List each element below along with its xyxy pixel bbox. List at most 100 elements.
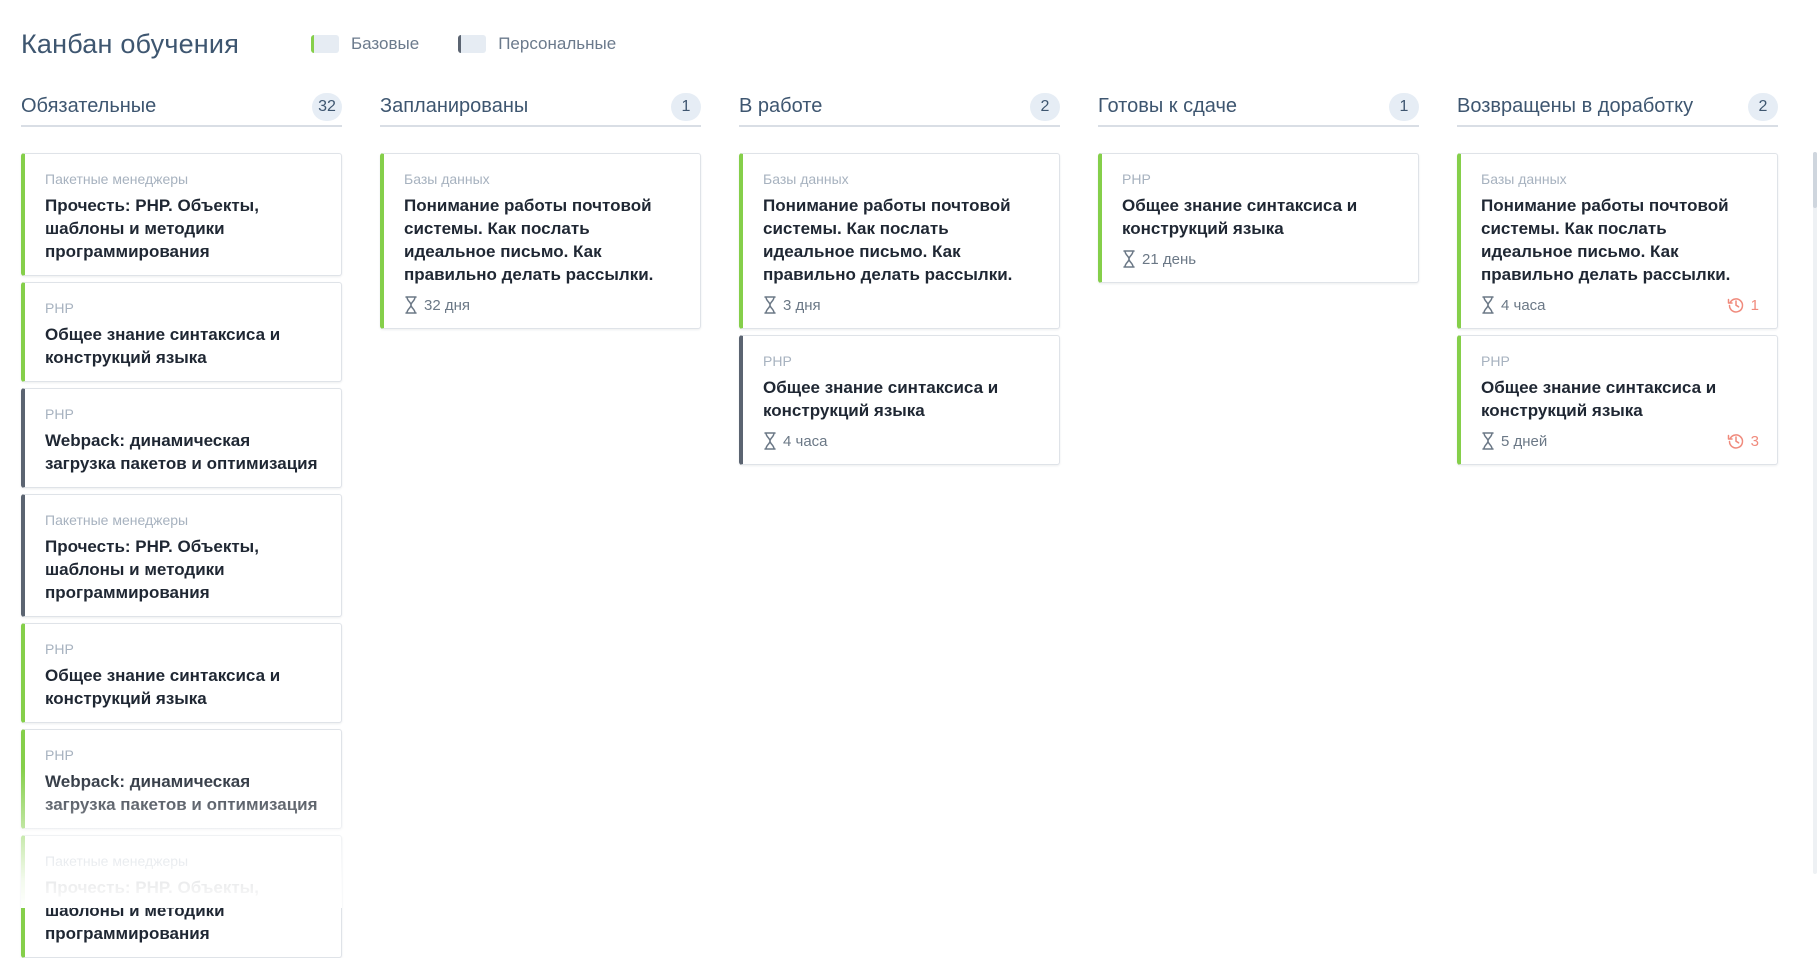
task-card[interactable]: Базы данных Понимание работы почтовой сис…: [1457, 153, 1778, 329]
column-title: В работе: [739, 95, 823, 117]
hourglass-icon: [1122, 250, 1136, 268]
kanban-column: В работе 2 Базы данных Понимание работы поч…: [739, 88, 1060, 908]
legend-item-basic: Базовые: [311, 34, 419, 54]
page-title: Канбан обучения: [21, 28, 240, 59]
card-title: Понимание работы почтовой системы. Как п…: [1481, 196, 1731, 284]
card-time-label: 5 дней: [1501, 432, 1548, 450]
task-card[interactable]: PHP Общее знание синтаксиса и конструкций…: [21, 623, 342, 723]
card-category: Пакетные менеджеры: [45, 512, 189, 528]
column-header: Обязательные 32: [21, 88, 342, 127]
column-cards: Базы данных Понимание работы почтовой сис…: [1457, 153, 1778, 465]
card-time: 4 часа: [763, 432, 828, 450]
kanban-board: Обязательные 32 Пакетные менеджеры Прочесть…: [21, 88, 1778, 958]
column-title: Возвращены в доработку: [1457, 95, 1694, 117]
legend-label-personal: Персональные: [498, 34, 617, 53]
hourglass-icon: [404, 296, 418, 314]
column-cards: Базы данных Понимание работы почтовой сис…: [380, 153, 701, 329]
card-title: Общее знание синтаксиса и конструкций яз…: [763, 378, 999, 420]
history-icon: [1727, 432, 1745, 450]
task-card[interactable]: Базы данных Понимание работы почтовой сис…: [380, 153, 701, 329]
hourglass-icon: [1481, 432, 1495, 450]
card-time-label: 4 часа: [1501, 296, 1546, 314]
card-time-label: 32 дня: [424, 296, 471, 314]
card-category: PHP: [45, 300, 74, 316]
page-header: Канбан обучения Базовые Персональные: [21, 24, 616, 64]
card-title: Webpack: динамическая загрузка пакетов и…: [45, 431, 318, 473]
card-category: Базы данных: [763, 171, 849, 187]
kanban-column: Запланированы 1 Базы данных Понимание работ…: [380, 88, 701, 908]
card-footer: 4 часа: [763, 430, 1041, 452]
card-time: 5 дней: [1481, 432, 1547, 450]
card-category: PHP: [45, 747, 74, 763]
column-cards: PHP Общее знание синтаксиса и конструкций…: [1098, 153, 1419, 283]
card-title: Общее знание синтаксиса и конструкций яз…: [1481, 378, 1717, 420]
card-footer: 5 дней 3: [1481, 430, 1759, 452]
card-time-label: 3 дня: [783, 296, 821, 314]
kanban-column: Готовы к сдаче 1 PHP Общее знание синтаксис…: [1098, 88, 1419, 908]
legend-swatch-basic: [311, 35, 340, 53]
card-returns: 3: [1727, 432, 1759, 450]
task-card[interactable]: PHP Webpack: динамическая загрузка пакето…: [21, 388, 342, 488]
card-title: Общее знание синтаксиса и конструкций яз…: [45, 325, 281, 367]
scrollbar-thumb[interactable]: [1813, 152, 1817, 208]
card-returns-count: 1: [1750, 296, 1759, 314]
task-card[interactable]: PHP Общее знание синтаксиса и конструкций…: [1098, 153, 1419, 283]
card-footer: 4 часа 1: [1481, 294, 1759, 316]
card-title: Общее знание синтаксиса и конструкций яз…: [1122, 196, 1358, 238]
card-footer: 21 день: [1122, 248, 1400, 270]
task-card[interactable]: Пакетные менеджеры Прочесть: PHP. Объекты…: [21, 835, 342, 958]
legend-label-basic: Базовые: [351, 34, 420, 53]
card-time: 4 часа: [1481, 296, 1546, 314]
column-count-badge: 2: [1748, 92, 1778, 121]
column-header: В работе 2: [739, 88, 1060, 127]
card-time-label: 4 часа: [783, 432, 828, 450]
card-category: PHP: [45, 641, 74, 657]
hourglass-icon: [1481, 296, 1495, 314]
card-category: Базы данных: [1481, 171, 1567, 187]
task-card[interactable]: PHP Общее знание синтаксиса и конструкций…: [739, 335, 1060, 465]
card-title: Прочесть: PHP. Объекты, шаблоны и методи…: [45, 878, 259, 943]
task-card[interactable]: Пакетные менеджеры Прочесть: PHP. Объекты…: [21, 494, 342, 617]
column-count-badge: 32: [312, 92, 342, 121]
card-category: Пакетные менеджеры: [45, 171, 189, 187]
column-count-badge: 2: [1030, 92, 1060, 121]
legend-item-personal: Персональные: [458, 34, 616, 54]
hourglass-icon: [763, 296, 777, 314]
card-title: Общее знание синтаксиса и конструкций яз…: [45, 666, 281, 708]
task-card[interactable]: PHP Webpack: динамическая загрузка пакето…: [21, 729, 342, 829]
column-title: Обязательные: [21, 95, 157, 117]
legend: Базовые Персональные: [311, 34, 616, 54]
card-category: Пакетные менеджеры: [45, 853, 189, 869]
hourglass-icon: [763, 432, 777, 450]
column-header: Готовы к сдаче 1: [1098, 88, 1419, 127]
card-title: Прочесть: PHP. Объекты, шаблоны и методи…: [45, 196, 259, 261]
card-category: Базы данных: [404, 171, 490, 187]
card-title: Понимание работы почтовой системы. Как п…: [763, 196, 1013, 284]
column-cards: Пакетные менеджеры Прочесть: PHP. Объекты…: [21, 153, 342, 958]
vertical-scrollbar[interactable]: [1813, 152, 1817, 874]
task-card[interactable]: PHP Общее знание синтаксиса и конструкций…: [1457, 335, 1778, 465]
history-icon: [1727, 296, 1745, 314]
card-footer: 3 дня: [763, 294, 1041, 316]
card-category: PHP: [45, 406, 74, 422]
task-card[interactable]: Базы данных Понимание работы почтовой сис…: [739, 153, 1060, 329]
column-header: Запланированы 1: [380, 88, 701, 127]
column-count-badge: 1: [1389, 92, 1419, 121]
card-title: Понимание работы почтовой системы. Как п…: [404, 196, 654, 284]
task-card[interactable]: PHP Общее знание синтаксиса и конструкций…: [21, 282, 342, 382]
card-footer: 32 дня: [404, 294, 682, 316]
column-cards: Базы данных Понимание работы почтовой сис…: [739, 153, 1060, 465]
card-title: Прочесть: PHP. Объекты, шаблоны и методи…: [45, 537, 259, 602]
column-count-badge: 1: [671, 92, 701, 121]
kanban-column: Возвращены в доработку 2 Базы данных Понима…: [1457, 88, 1778, 908]
column-title: Готовы к сдаче: [1098, 95, 1237, 117]
card-category: PHP: [763, 353, 792, 369]
task-card[interactable]: Пакетные менеджеры Прочесть: PHP. Объекты…: [21, 153, 342, 276]
card-time: 3 дня: [763, 296, 821, 314]
card-time-label: 21 день: [1142, 250, 1197, 268]
card-returns: 1: [1727, 296, 1759, 314]
column-header: Возвращены в доработку 2: [1457, 88, 1778, 127]
card-category: PHP: [1122, 171, 1151, 187]
card-returns-count: 3: [1750, 432, 1759, 450]
card-time: 21 день: [1122, 250, 1196, 268]
